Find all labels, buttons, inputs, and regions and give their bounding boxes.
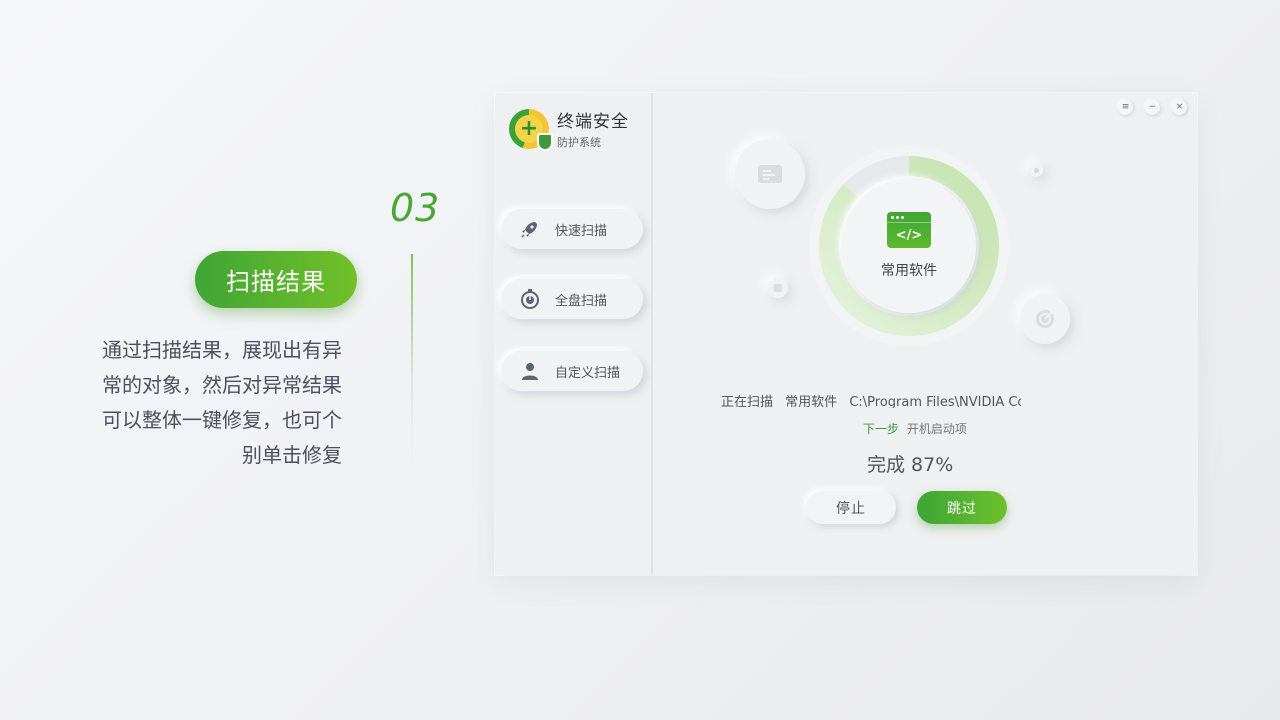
- sidebar: + 终端安全 防护系统 快速扫描 全盘扫描 自定义扫描: [495, 93, 653, 575]
- logo-icon: +: [509, 108, 553, 151]
- feature-title-pill: 扫描结果: [195, 251, 357, 308]
- brand-subtitle: 防护系统: [557, 136, 601, 149]
- scan-status-line: 正在扫描 常用软件 C:\Program Files\NVIDIA Corpor…: [721, 391, 1021, 408]
- completion-text: 完成 87%: [867, 454, 954, 476]
- rocket-icon: [519, 218, 541, 240]
- next-step: 下一步 开机启动项: [863, 420, 967, 437]
- nav-quick-scan[interactable]: 快速扫描: [501, 209, 643, 249]
- scan-status-label: 正在扫描: [721, 395, 774, 408]
- feature-desc-line: 可以整体一键修复，也可个: [102, 408, 342, 432]
- divider-line: [411, 254, 413, 464]
- next-step-label: 下一步: [863, 422, 900, 436]
- stop-button[interactable]: 停止: [806, 491, 896, 524]
- current-item-label: 常用软件: [881, 263, 937, 279]
- nav-label: 快速扫描: [555, 223, 608, 239]
- step-number: 03: [390, 186, 441, 230]
- small-dot-icon: [1029, 163, 1043, 177]
- shield-badge-icon: [537, 132, 553, 151]
- next-step-item: 开机启动项: [906, 422, 967, 436]
- code-window-icon: </>: [887, 212, 931, 248]
- feature-desc-line: 别单击修复: [242, 443, 342, 467]
- skip-button[interactable]: 跳过: [917, 491, 1007, 524]
- brand-title: 终端安全: [557, 112, 629, 132]
- disk-scan-icon: [519, 288, 541, 310]
- scan-progress-ring: </> 常用软件: [806, 143, 1012, 349]
- close-icon[interactable]: ×: [1172, 100, 1187, 115]
- user-icon: [519, 360, 541, 382]
- nav-label: 自定义扫描: [555, 365, 621, 381]
- nav-label: 全盘扫描: [555, 293, 608, 309]
- scan-status-category: 常用软件: [785, 395, 838, 408]
- target-icon: [1020, 294, 1070, 344]
- minimize-icon[interactable]: −: [1145, 100, 1160, 115]
- feature-description: 通过扫描结果，展现出有异 常的对象，然后对异常结果 可以整体一键修复，也可个 别…: [80, 333, 342, 473]
- main-panel: ≡ − × </> 常用软件 正在扫描 常用软件 C:\Program File…: [655, 93, 1197, 575]
- nav-full-scan[interactable]: 全盘扫描: [501, 279, 643, 319]
- brand-text: 终端安全 防护系统: [557, 107, 629, 150]
- nav-custom-scan[interactable]: 自定义扫描: [501, 351, 643, 391]
- feature-desc-line: 常的对象，然后对异常结果: [102, 373, 342, 397]
- brand: + 终端安全 防护系统: [509, 107, 629, 151]
- small-doc-icon: [768, 278, 788, 298]
- app-window: + 终端安全 防护系统 快速扫描 全盘扫描 自定义扫描 ≡ − × </> 常用…: [495, 93, 1197, 575]
- progress-core: </> 常用软件: [842, 179, 976, 313]
- scan-status-path: C:\Program Files\NVIDIA Corporation\D...: [849, 395, 1021, 408]
- feature-desc-line: 通过扫描结果，展现出有异: [102, 338, 342, 362]
- menu-icon[interactable]: ≡: [1118, 100, 1133, 115]
- document-icon: [735, 139, 805, 209]
